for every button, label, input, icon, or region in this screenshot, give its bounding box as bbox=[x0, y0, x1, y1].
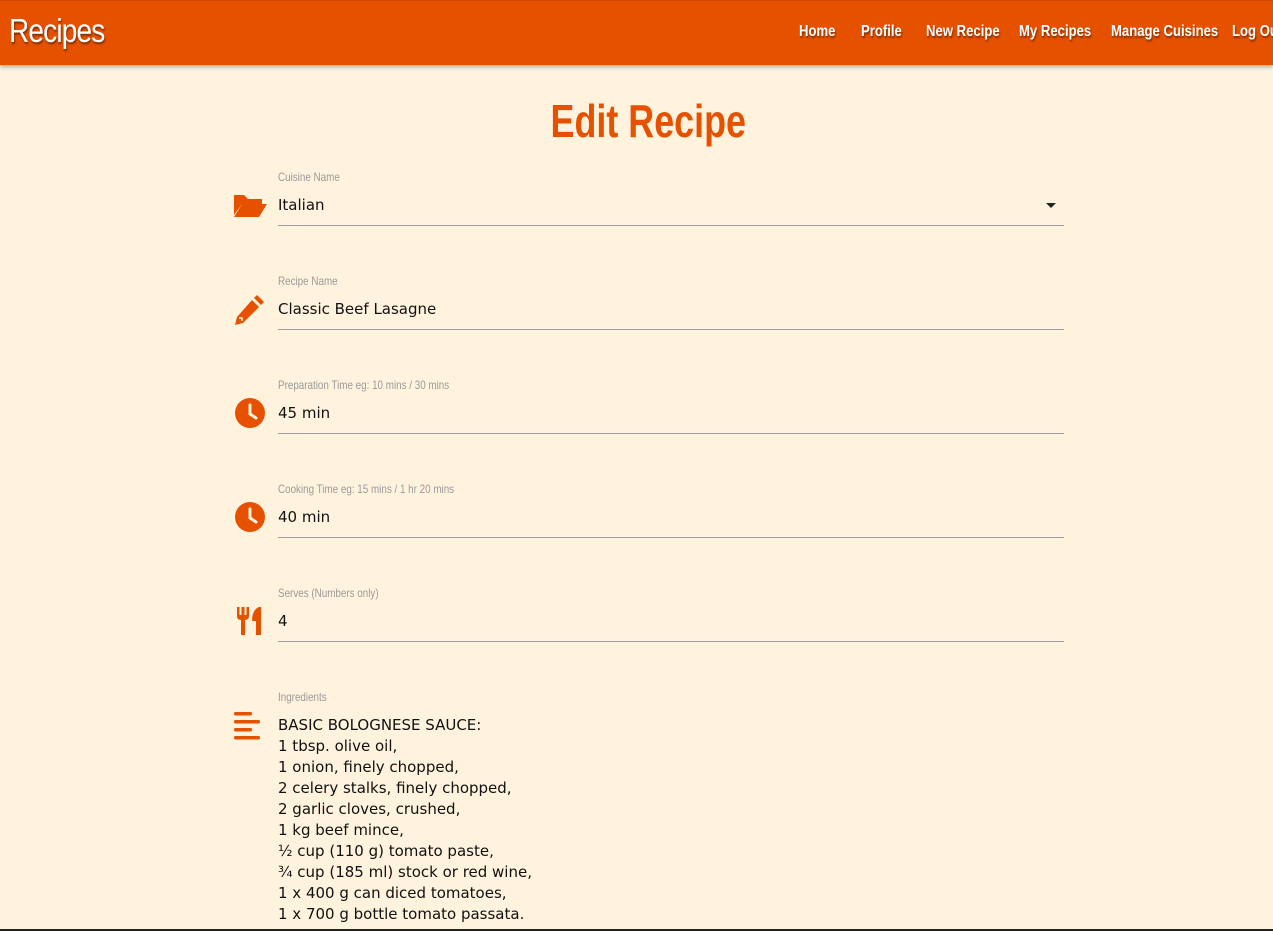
cooking-time-input[interactable]: 40 min bbox=[278, 502, 1064, 538]
prep-time-label: Preparation Time eg: 10 mins / 30 mins bbox=[278, 378, 450, 392]
serves-field: Serves (Numbers only) 4 bbox=[230, 586, 1064, 646]
ingredients-label: Ingredients bbox=[278, 690, 327, 704]
clock-icon bbox=[232, 395, 268, 431]
recipe-name-field: Recipe Name Classic Beef Lasagne bbox=[230, 274, 1064, 334]
nav-link-profile[interactable]: Profile bbox=[861, 23, 902, 41]
prep-time-input[interactable]: 45 min bbox=[278, 398, 1064, 434]
cuisine-select[interactable]: Italian bbox=[278, 190, 1064, 226]
cuisine-field: Cuisine Name Italian bbox=[230, 170, 1064, 230]
recipe-name-label: Recipe Name bbox=[278, 274, 338, 288]
utensils-icon bbox=[232, 603, 268, 639]
ingredient-line: 2 celery stalks, finely chopped, bbox=[278, 779, 512, 797]
page-title: Edit Recipe bbox=[550, 95, 747, 147]
ingredient-line: ½ cup (110 g) tomato paste, bbox=[278, 842, 494, 860]
align-left-icon bbox=[232, 710, 262, 744]
ingredients-textarea[interactable]: BASIC BOLOGNESE SAUCE: 1 tbsp. olive oil… bbox=[278, 715, 1064, 925]
serves-label: Serves (Numbers only) bbox=[278, 586, 379, 600]
ingredient-line: BASIC BOLOGNESE SAUCE: bbox=[278, 716, 482, 734]
ingredient-line: 1 x 400 g can diced tomatoes, bbox=[278, 884, 507, 902]
chevron-down-icon[interactable] bbox=[1046, 203, 1056, 208]
nav-link-home[interactable]: Home bbox=[799, 23, 835, 41]
ingredients-field: Ingredients BASIC BOLOGNESE SAUCE: 1 tbs… bbox=[230, 690, 1064, 931]
ingredient-line: 1 tbsp. olive oil, bbox=[278, 737, 398, 755]
nav-links: Home Profile New Recipe My Recipes Manag… bbox=[0, 1, 1273, 66]
ingredient-line: 1 x 700 g bottle tomato passata. bbox=[278, 905, 525, 923]
navbar: Recipes Home Profile New Recipe My Recip… bbox=[0, 0, 1273, 65]
ingredient-line: 1 onion, finely chopped, bbox=[278, 758, 459, 776]
nav-link-new-recipe[interactable]: New Recipe bbox=[926, 23, 1000, 41]
serves-input[interactable]: 4 bbox=[278, 606, 1064, 642]
cooking-time-field: Cooking Time eg: 15 mins / 1 hr 20 mins … bbox=[230, 482, 1064, 542]
clock-icon bbox=[232, 499, 268, 535]
ingredient-line: ¾ cup (185 ml) stock or red wine, bbox=[278, 863, 532, 881]
recipe-name-input[interactable]: Classic Beef Lasagne bbox=[278, 294, 1064, 330]
prep-time-field: Preparation Time eg: 10 mins / 30 mins 4… bbox=[230, 378, 1064, 438]
ingredient-line: 1 kg beef mince, bbox=[278, 821, 404, 839]
pencil-icon bbox=[232, 291, 268, 327]
cuisine-label: Cuisine Name bbox=[278, 170, 340, 184]
cooking-time-label: Cooking Time eg: 15 mins / 1 hr 20 mins bbox=[278, 482, 455, 496]
nav-link-my-recipes[interactable]: My Recipes bbox=[1019, 23, 1091, 41]
nav-link-manage-cuisines[interactable]: Manage Cuisines bbox=[1111, 23, 1218, 41]
nav-link-log-out[interactable]: Log Out bbox=[1232, 23, 1273, 41]
ingredient-line: 2 garlic cloves, crushed, bbox=[278, 800, 461, 818]
folder-open-icon bbox=[232, 187, 268, 223]
